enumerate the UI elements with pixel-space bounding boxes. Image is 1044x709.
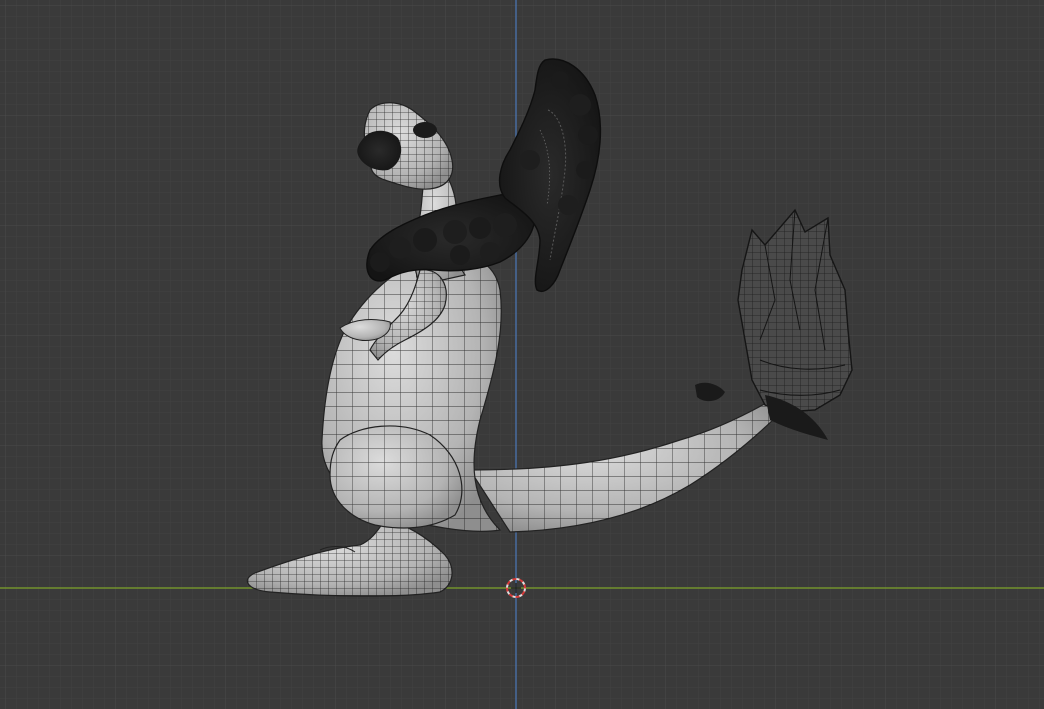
eye-fur-patch (413, 122, 437, 138)
3d-viewport[interactable] (0, 0, 1044, 709)
grid-major (0, 0, 1044, 709)
viewport-canvas[interactable] (0, 0, 1044, 709)
